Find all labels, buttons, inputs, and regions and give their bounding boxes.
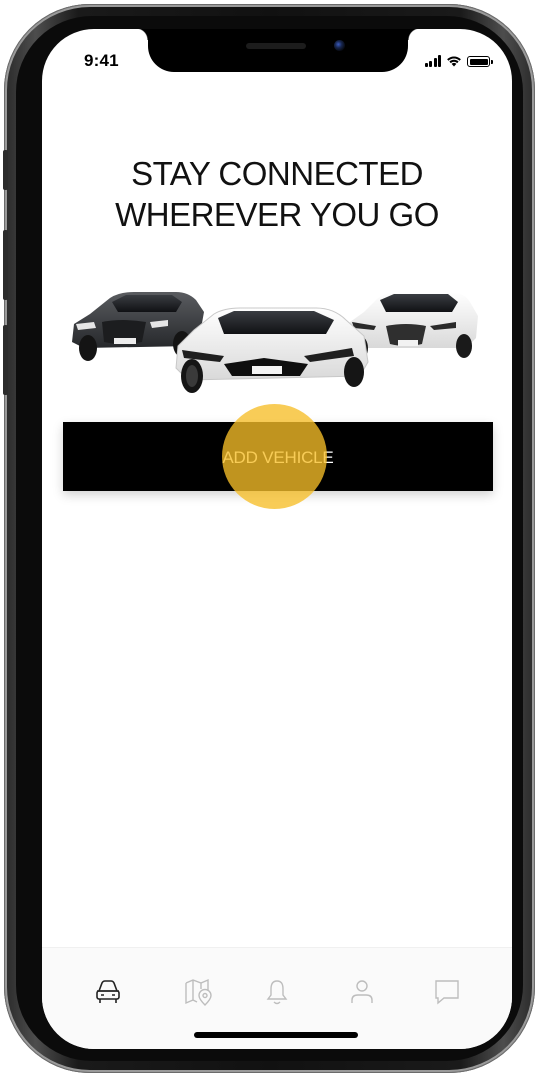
white-ev-rz-image	[175, 307, 369, 393]
car-plate-nx	[114, 338, 136, 344]
car-icon	[96, 980, 120, 1003]
home-indicator	[194, 1032, 358, 1038]
car-plate-rx	[398, 340, 418, 346]
speaker-grille	[246, 43, 306, 49]
volume-up-button	[3, 230, 8, 300]
car-plate-rz	[252, 366, 282, 374]
add-vehicle-button[interactable]: ADD VEHICLE	[63, 422, 493, 491]
cellular-signal-icon	[424, 55, 441, 67]
bell-icon	[266, 980, 288, 1005]
volume-down-button	[3, 325, 8, 395]
tab-map[interactable]	[176, 972, 220, 1012]
app-screen: 9:41 STAY CONNECTED WHEREVER YOU GO ADD …	[42, 29, 512, 1049]
tab-vehicle[interactable]	[86, 972, 130, 1012]
vehicle-lineup-image	[72, 292, 478, 393]
tab-notifications[interactable]	[255, 972, 299, 1012]
battery-icon	[467, 56, 493, 67]
person-icon	[351, 980, 373, 1003]
map-pin-icon	[185, 978, 212, 1006]
page-title-line-1: STAY CONNECTED	[131, 155, 423, 192]
tab-messages[interactable]	[425, 972, 469, 1012]
status-time: 9:41	[84, 51, 119, 70]
tab-account[interactable]	[340, 972, 384, 1012]
mute-switch	[3, 150, 8, 190]
chat-icon	[435, 980, 459, 1005]
page-title-line-2: WHEREVER YOU GO	[115, 196, 439, 233]
wifi-icon	[447, 56, 461, 67]
status-icons	[424, 53, 493, 67]
front-camera	[334, 40, 345, 51]
notch	[136, 29, 420, 72]
page-title: STAY CONNECTED WHEREVER YOU GO	[42, 153, 512, 235]
